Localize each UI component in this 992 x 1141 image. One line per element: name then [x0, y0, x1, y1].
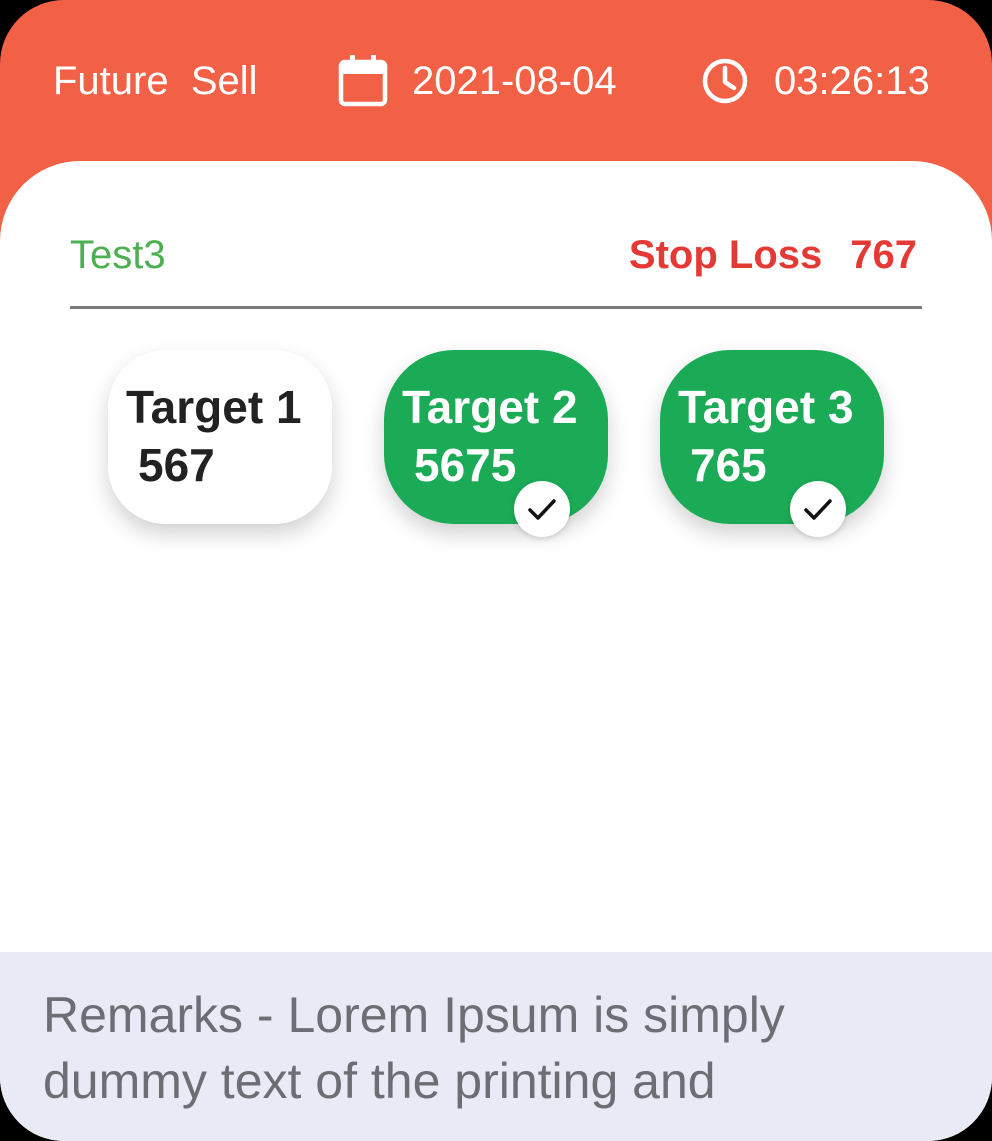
- stop-loss-value: 767: [850, 233, 917, 277]
- remarks-panel: Remarks - Lorem Ipsum is simply dummy te…: [0, 952, 992, 1141]
- stop-loss-label: Stop Loss: [628, 233, 823, 277]
- target-3-chip: Target 3 765: [660, 350, 884, 524]
- time-group: 03:26:13: [700, 54, 930, 108]
- divider: [70, 306, 922, 309]
- target-value: 567: [138, 439, 215, 491]
- trade-type: Future Sell: [53, 59, 258, 103]
- calendar-icon: [338, 54, 388, 108]
- date-group: 2021-08-04: [338, 54, 617, 108]
- trade-date: 2021-08-04: [412, 59, 617, 103]
- check-icon: [790, 481, 846, 537]
- trade-time: 03:26:13: [774, 59, 930, 103]
- target-value: 765: [690, 439, 767, 491]
- remarks-text: Remarks - Lorem Ipsum is simply dummy te…: [43, 987, 785, 1109]
- stop-loss: Stop Loss 767: [629, 231, 917, 279]
- clock-icon: [700, 54, 750, 108]
- target-value: 5675: [414, 439, 517, 491]
- check-icon: [514, 481, 570, 537]
- trade-name: Test3: [70, 233, 166, 277]
- trade-card: Future Sell 2021-08-04 03:26:13 Test3 St…: [0, 0, 992, 1141]
- target-label: Target 3: [678, 381, 854, 433]
- target-2-chip: Target 2 5675: [384, 350, 608, 524]
- target-label: Target 1: [126, 381, 302, 433]
- target-1-chip: Target 1 567: [108, 350, 332, 524]
- card-header: Future Sell 2021-08-04 03:26:13: [0, 0, 992, 161]
- card-body: Test3 Stop Loss 767 Target 1 567 Target 2…: [0, 161, 992, 1141]
- target-label: Target 2: [402, 381, 578, 433]
